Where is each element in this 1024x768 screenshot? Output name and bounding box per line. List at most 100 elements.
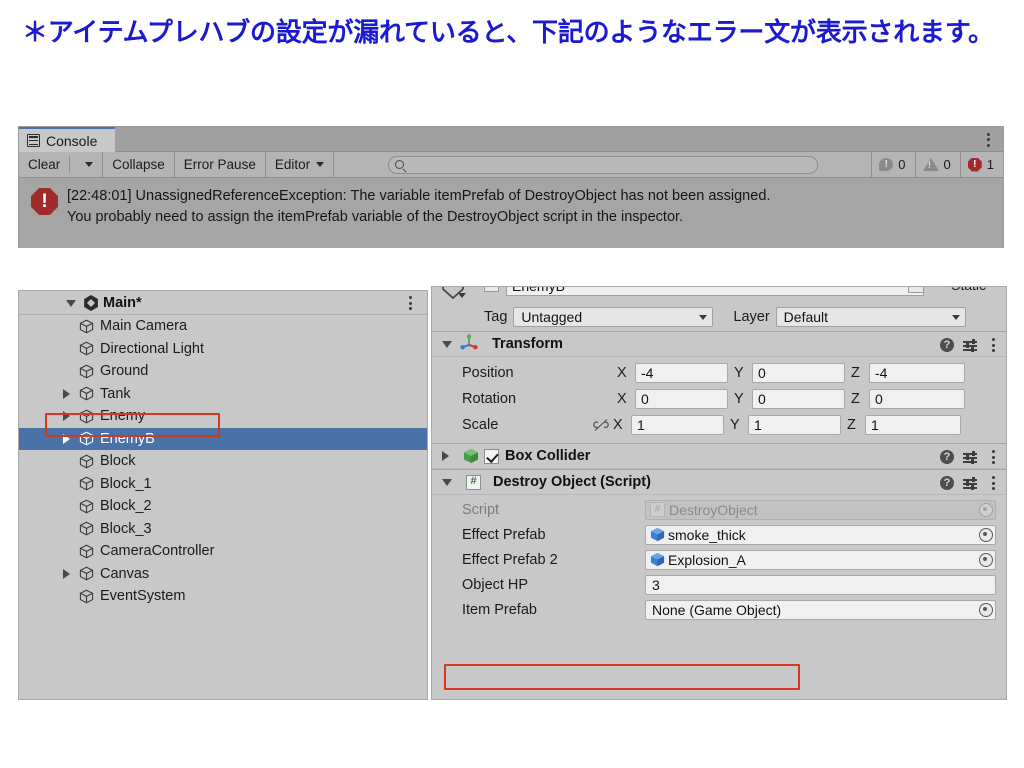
preset-icon[interactable] [963,450,977,464]
hierarchy-item-eventsystem[interactable]: EventSystem [19,585,427,608]
hierarchy-item-enemyb[interactable]: EnemyB [19,427,427,450]
tab-console[interactable]: Console [19,127,116,152]
info-counter[interactable]: 0 [871,152,914,177]
chevron-right-icon[interactable] [442,451,449,461]
kebab-menu-icon[interactable] [986,444,1000,470]
hierarchy-item-enemy[interactable]: Enemy [19,405,427,428]
axis-label-x: X [613,417,623,433]
console-window: Console Clear Collapse Error Pause Edito… [18,126,1004,248]
kebab-menu-icon[interactable] [986,332,1000,358]
transform-position-x-field[interactable]: -4 [635,363,728,383]
static-label: Static [951,287,986,293]
chevron-right-icon[interactable] [63,388,79,399]
transform-scale-y-field[interactable]: 1 [748,415,841,435]
hierarchy-menu-icon[interactable] [401,291,419,315]
console-menu-icon[interactable] [979,127,997,152]
chevron-down-icon[interactable] [66,300,76,307]
layer-label: Layer [733,309,770,325]
tag-dropdown[interactable]: Untagged [513,307,714,327]
search-input[interactable] [387,155,818,174]
box-collider-enabled-checkbox[interactable] [484,448,499,464]
field-label: Object HP [462,576,529,593]
error-counter[interactable]: 1 [959,152,1003,177]
hierarchy-item-block-1[interactable]: Block_1 [19,473,427,496]
hierarchy-item-block[interactable]: Block [19,450,427,473]
object-picker-icon[interactable] [979,602,993,617]
axis-label-y: Y [730,417,740,433]
help-icon[interactable] [940,476,954,490]
hierarchy-item-directional-light[interactable]: Directional Light [19,338,427,361]
gameobject-icon [79,476,94,491]
error-pause-button[interactable]: Error Pause [174,152,266,177]
log-message: [22:48:01] UnassignedReferenceException:… [67,186,770,228]
static-checkbox[interactable] [908,287,924,293]
hierarchy-item-tank[interactable]: Tank [19,383,427,406]
collapse-button[interactable]: Collapse [103,152,175,177]
log-message-line-2: You probably need to assign the itemPref… [67,209,684,225]
hierarchy-item-label: Block_2 [100,498,152,515]
help-icon[interactable] [940,450,954,464]
warning-counter[interactable]: 0 [914,152,960,177]
gameobject-icon [79,566,94,581]
clear-button[interactable]: Clear [19,152,70,177]
hierarchy-item-ground[interactable]: Ground [19,360,427,383]
transform-position-z-field[interactable]: -4 [869,363,965,383]
gameobject-icon [79,319,94,334]
chevron-right-icon[interactable] [63,433,79,444]
hierarchy-panel: Main* Main Camera Directional Light Ground… [18,290,428,700]
component-header-box-collider[interactable]: Box Collider [432,443,1006,469]
chevron-down-icon[interactable] [458,293,466,298]
hierarchy-item-cameracontroller[interactable]: CameraController [19,540,427,563]
component-title: Box Collider [505,448,591,464]
chevron-right-icon[interactable] [63,411,79,422]
error-icon [31,188,58,215]
transform-position-y-field[interactable]: 0 [752,363,845,383]
object-picker-icon[interactable] [979,527,993,542]
object-name-field[interactable]: EnemyB [506,287,924,296]
component-header-transform[interactable]: Transform [432,331,1006,357]
hierarchy-item-label: Block [100,453,136,470]
field-value-input[interactable]: smoke_thick [645,524,996,545]
gameobject-icon [79,341,94,356]
editor-dropdown-button[interactable]: Editor [265,152,335,177]
field-value-input[interactable]: 3 [645,574,996,595]
broken-link-icon[interactable] [593,418,609,432]
field-row-object-hp: Object HP 3 [442,572,996,597]
gameobject-icon [79,386,94,401]
chevron-down-icon[interactable] [442,478,452,486]
transform-scale-z-field[interactable]: 1 [865,415,961,435]
layer-dropdown[interactable]: Default [775,307,966,327]
preset-icon[interactable] [963,338,977,352]
hierarchy-item-canvas[interactable]: Canvas [19,563,427,586]
component-title: Transform [492,336,563,352]
transform-row-rotation: Rotation X 0 Y 0 Z 0 [442,386,996,412]
transform-rotation-x-field[interactable]: 0 [635,389,728,409]
console-log-list: [22:48:01] UnassignedReferenceException:… [19,178,1003,248]
component-header-destroy-object[interactable]: # Destroy Object (Script) [432,469,1006,495]
hierarchy-scene-header[interactable]: Main* [19,291,427,315]
object-picker-icon[interactable] [979,552,993,567]
gameobject-enabled-checkbox[interactable] [484,287,499,292]
hierarchy-item-block-3[interactable]: Block_3 [19,518,427,541]
field-value-input[interactable]: Explosion_A [645,549,996,570]
hierarchy-item-main-camera[interactable]: Main Camera [19,315,427,338]
preset-icon[interactable] [963,476,977,490]
transform-gizmo-icon [460,334,478,354]
gameobject-icon [79,589,94,604]
help-icon[interactable] [940,338,954,352]
chevron-down-icon[interactable] [442,340,452,348]
clear-dropdown-button[interactable] [70,152,104,177]
hierarchy-item-block-2[interactable]: Block_2 [19,495,427,518]
transform-rotation-z-field[interactable]: 0 [869,389,965,409]
field-value-input[interactable]: None (Game Object) [645,599,996,620]
search-icon [394,160,404,169]
kebab-menu-icon[interactable] [986,470,1000,496]
chevron-right-icon[interactable] [63,568,79,579]
transform-scale-x-field[interactable]: 1 [631,415,724,435]
unity-logo-icon [84,295,98,311]
transform-body: Position X -4 Y 0 Z -4 Rotation X 0 Y 0 Z 0 Scale X 1 Y 1 Z… [432,357,1006,443]
hierarchy-item-label: EventSystem [100,588,186,605]
log-entry[interactable]: [22:48:01] UnassignedReferenceException:… [19,178,1003,228]
transform-rotation-y-field[interactable]: 0 [752,389,845,409]
